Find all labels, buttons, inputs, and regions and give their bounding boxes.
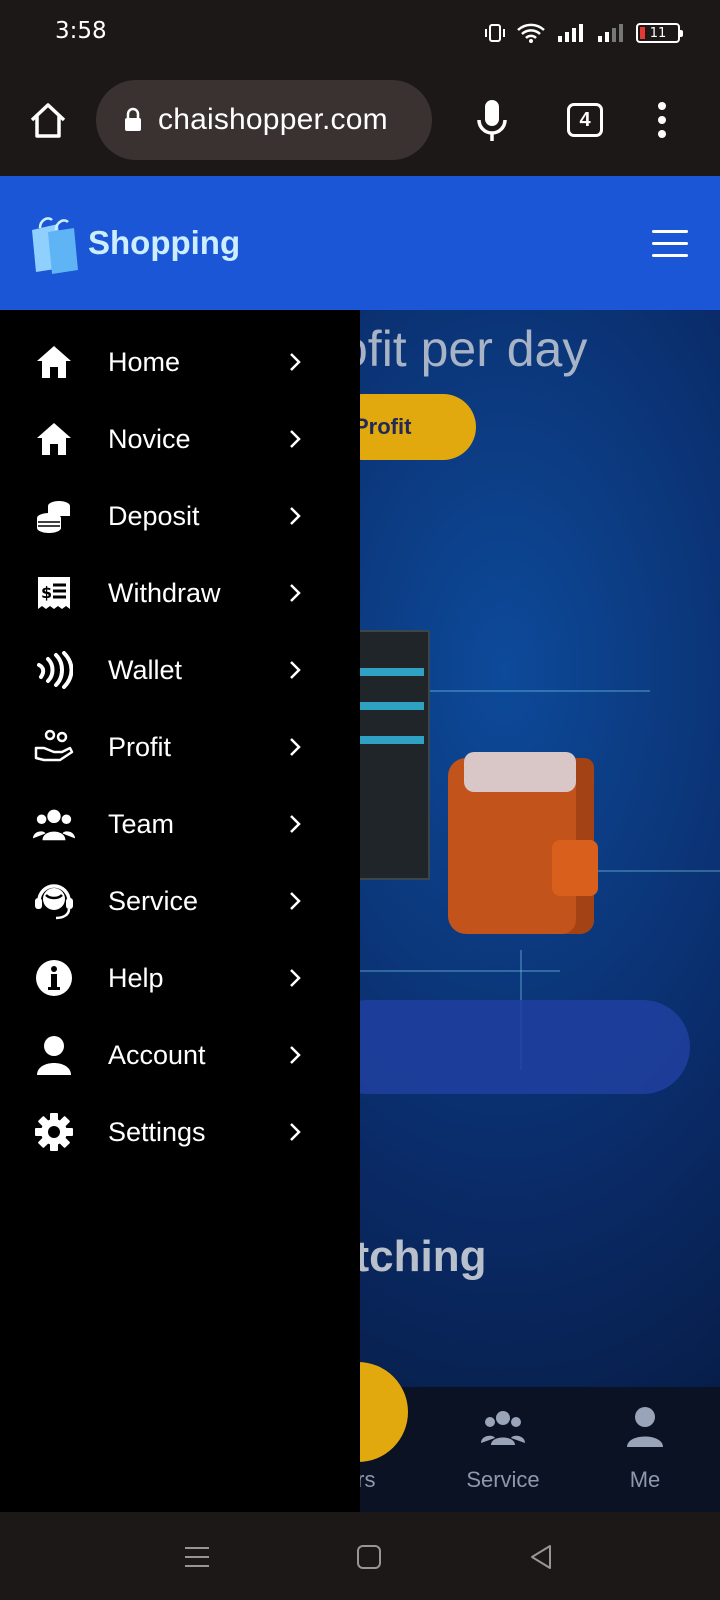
info-icon	[33, 957, 75, 999]
drawer-item-novice[interactable]: Novice	[0, 403, 360, 475]
signal-icon-2	[598, 24, 623, 42]
drawer-item-home[interactable]: Home	[0, 326, 360, 398]
receipt-icon: $	[33, 572, 75, 614]
drawer-item-label: Deposit	[108, 500, 200, 531]
user-icon	[33, 1034, 75, 1076]
drawer-item-label: Team	[108, 808, 175, 839]
hamburger-menu-button[interactable]	[652, 228, 692, 260]
user-icon	[627, 1407, 663, 1447]
users-icon	[33, 803, 75, 845]
chevron-right-icon	[290, 584, 301, 602]
drawer-item-label: Account	[108, 1039, 206, 1070]
chevron-right-icon	[290, 1046, 301, 1064]
nav-service-label: Service	[466, 1467, 540, 1492]
chevron-right-icon	[290, 661, 301, 679]
drawer-item-label: Service	[108, 885, 199, 916]
vibrate-icon	[485, 24, 505, 42]
drawer-item-label: Home	[108, 346, 181, 377]
chevron-right-icon	[290, 430, 301, 448]
nav-service[interactable]: Service	[448, 1387, 558, 1507]
circuit-line	[360, 970, 560, 972]
status-icons: 11	[484, 20, 683, 46]
side-drawer: Home Novice Deposit $ Withdraw Wallet Pr…	[0, 310, 360, 1512]
more-options-icon[interactable]	[650, 100, 674, 140]
svg-text:$: $	[41, 583, 52, 602]
home-icon[interactable]	[26, 98, 70, 142]
drawer-item-deposit[interactable]: Deposit	[0, 480, 360, 552]
chevron-right-icon	[290, 507, 301, 525]
home-icon	[33, 341, 75, 383]
coins-icon	[33, 495, 75, 537]
tab-switcher-button[interactable]: 4	[567, 103, 603, 137]
drawer-item-account[interactable]: Account	[0, 1019, 360, 1091]
system-nav-bar	[0, 1512, 720, 1600]
drawer-item-settings[interactable]: Settings	[0, 1096, 360, 1168]
drawer-item-service[interactable]: Service	[0, 865, 360, 937]
drawer-item-label: Withdraw	[108, 577, 221, 608]
chevron-right-icon	[290, 815, 301, 833]
chevron-right-icon	[290, 738, 301, 756]
home-icon	[33, 418, 75, 460]
gear-icon	[33, 1111, 75, 1153]
drawer-item-label: Novice	[108, 423, 191, 454]
site-header: Shopping	[0, 176, 720, 310]
chevron-right-icon	[290, 1123, 301, 1141]
status-bar: 3:58 11	[0, 0, 720, 66]
drawer-item-label: Help	[108, 962, 164, 993]
chevron-right-icon	[290, 892, 301, 910]
url-text[interactable]: chaishopper.com	[158, 103, 388, 137]
site-logo-text[interactable]: Shopping	[88, 224, 240, 262]
banner-bar	[320, 1000, 690, 1094]
drawer-item-label: Wallet	[108, 654, 183, 685]
headset-icon	[33, 880, 75, 922]
nav-me-label: Me	[629, 1467, 661, 1492]
signal-icon	[558, 24, 583, 42]
recent-apps-icon[interactable]	[180, 1540, 214, 1574]
users-icon	[481, 1411, 525, 1445]
battery-level: 11	[649, 25, 667, 41]
back-nav-icon[interactable]	[524, 1540, 558, 1574]
hero-heading: ofit per day	[340, 321, 588, 377]
nav-me[interactable]: Me	[590, 1387, 700, 1507]
mic-icon[interactable]	[470, 96, 514, 144]
status-time: 3:58	[55, 18, 107, 44]
drawer-item-wallet[interactable]: Wallet	[0, 634, 360, 706]
lock-icon	[125, 107, 141, 131]
chevron-right-icon	[290, 353, 301, 371]
browser-toolbar: chaishopper.com 4	[0, 66, 720, 176]
drawer-item-label: Profit	[108, 731, 172, 762]
contactless-icon	[33, 649, 75, 691]
circuit-line	[430, 690, 650, 692]
drawer-item-label: Settings	[108, 1116, 206, 1147]
drawer-item-help[interactable]: Help	[0, 942, 360, 1014]
drawer-item-profit[interactable]: Profit	[0, 711, 360, 783]
hand-holding-icon	[33, 726, 75, 768]
home-nav-icon[interactable]	[352, 1540, 386, 1574]
drawer-item-withdraw[interactable]: $ Withdraw	[0, 557, 360, 629]
drawer-item-team[interactable]: Team	[0, 788, 360, 860]
chevron-right-icon	[290, 969, 301, 987]
wallet-illustration	[448, 752, 598, 934]
address-bar[interactable]: chaishopper.com	[96, 80, 432, 160]
shopping-bag-icon	[32, 217, 78, 274]
wifi-icon	[517, 23, 545, 43]
web-page: Shopping ofit per day Profit atching ler…	[0, 176, 720, 1512]
battery-icon: 11	[636, 23, 683, 43]
